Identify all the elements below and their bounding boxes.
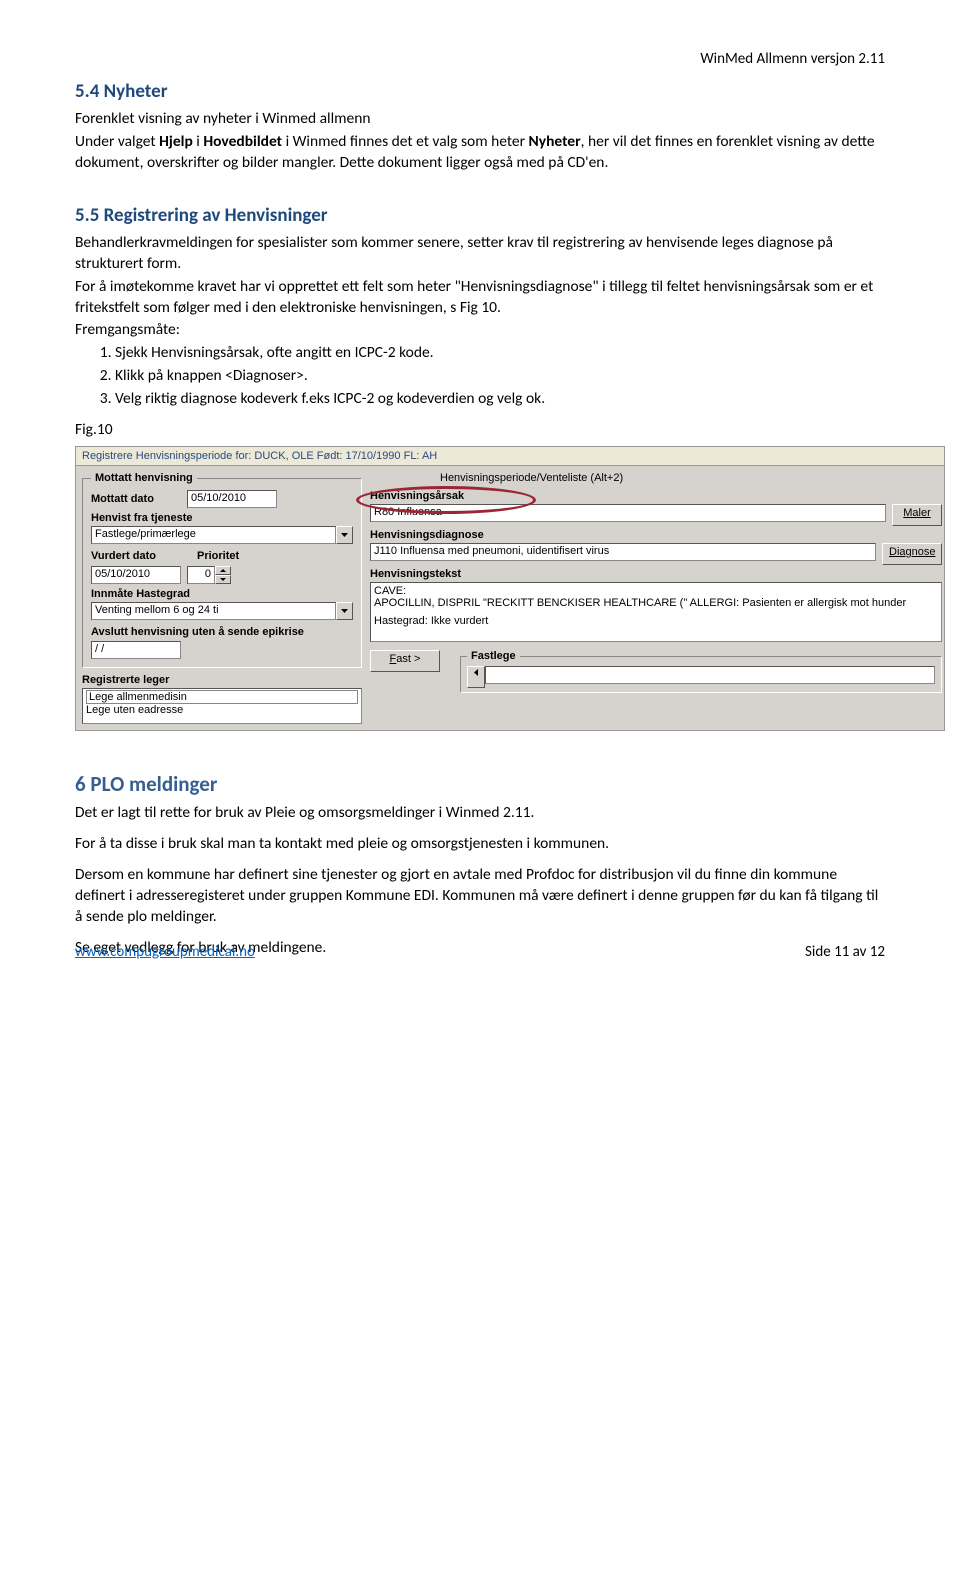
s55-p1: Behandlerkravmeldingen for spesialister … bbox=[75, 233, 885, 275]
footer-link[interactable]: www.compugroupmedical.no bbox=[75, 943, 255, 961]
tab-henvisningsperiode[interactable]: Henvisningsperiode/Venteliste (Alt+2) bbox=[440, 472, 942, 484]
chevron-down-icon[interactable] bbox=[336, 526, 353, 544]
group-fastlege: Fastlege bbox=[460, 650, 942, 693]
text-bold: Hovedbildet bbox=[203, 132, 282, 151]
label-innmate: Innmåte Hastegrad bbox=[91, 588, 353, 600]
text: APOCILLIN, DISPRIL "RECKITT BENCKISER HE… bbox=[374, 597, 938, 609]
text: Maler bbox=[903, 507, 931, 519]
heading-6: 6 PLO meldinger bbox=[75, 771, 885, 797]
text: i Winmed finnes det et valg som heter bbox=[282, 132, 528, 151]
scroll-left-icon[interactable] bbox=[467, 666, 485, 688]
step-2: Klikk på knappen <Diagnoser>. bbox=[115, 366, 885, 387]
heading-5-5: 5.5 Registrering av Henvisninger bbox=[75, 204, 885, 227]
group-mottatt-henvisning: Mottatt henvisning Mottatt dato 05/10/20… bbox=[82, 472, 362, 668]
footer: www.compugroupmedical.no Side 11 av 12 bbox=[75, 943, 885, 961]
legend-fastlege: Fastlege bbox=[467, 650, 520, 662]
label-mottatt-dato: Mottatt dato bbox=[91, 493, 181, 505]
s6-p2: For å ta disse i bruk skal man ta kontak… bbox=[75, 834, 885, 855]
select-innmate[interactable]: Venting mellom 6 og 24 ti bbox=[91, 602, 336, 620]
screenshot-fig10: Registrere Henvisningsperiode for: DUCK,… bbox=[75, 446, 945, 731]
label-henvisningsarsak: Henvisningsårsak bbox=[370, 490, 942, 502]
header-version: WinMed Allmenn versjon 2.11 bbox=[700, 50, 885, 68]
label-reg-leger: Registrerte leger bbox=[82, 674, 362, 686]
input-prioritet[interactable]: 0 bbox=[187, 566, 215, 584]
spinner-down-icon[interactable] bbox=[215, 575, 231, 584]
input-henvisningsarsak[interactable]: R80 Influensa bbox=[370, 504, 886, 522]
label-henvist-fra: Henvist fra tjeneste bbox=[91, 512, 353, 524]
text: Diagnose bbox=[889, 546, 935, 558]
step-list: Sjekk Henvisningsårsak, ofte angitt en I… bbox=[115, 343, 885, 410]
button-fast[interactable]: Fast > bbox=[370, 650, 440, 672]
legend-mottatt: Mottatt henvisning bbox=[91, 472, 197, 484]
s6-p1: Det er lagt til rette for bruk av Pleie … bbox=[75, 803, 885, 824]
label-henvisningsdiagnose: Henvisningsdiagnose bbox=[370, 529, 942, 541]
s55-p2: For å imøtekomme kravet har vi opprettet… bbox=[75, 277, 885, 319]
s55-p3: Fremgangsmåte: bbox=[75, 320, 885, 341]
label-henvisningstekst: Henvisningstekst bbox=[370, 568, 942, 580]
s6-p3: Dersom en kommune har definert sine tjen… bbox=[75, 865, 885, 928]
s54-p1: Forenklet visning av nyheter i Winmed al… bbox=[75, 109, 885, 130]
list-item[interactable]: Lege allmenmedisin bbox=[86, 690, 358, 704]
text: i bbox=[193, 132, 204, 151]
label-vurdert-dato: Vurdert dato bbox=[91, 550, 191, 562]
listbox-reg-leger[interactable]: Lege allmenmedisin Lege uten eadresse bbox=[82, 688, 362, 724]
textarea-henvisningstekst[interactable]: CAVE: APOCILLIN, DISPRIL "RECKITT BENCKI… bbox=[370, 582, 942, 642]
chevron-down-icon[interactable] bbox=[336, 602, 353, 620]
select-henvist-fra[interactable]: Fastlege/primærlege bbox=[91, 526, 336, 544]
heading-5-4: 5.4 Nyheter bbox=[75, 80, 885, 103]
list-item[interactable]: Lege uten eadresse bbox=[86, 704, 358, 716]
text: Fast > bbox=[390, 653, 421, 665]
input-mottatt-dato[interactable]: 05/10/2010 bbox=[187, 490, 277, 508]
button-diagnose[interactable]: Diagnose bbox=[882, 543, 942, 565]
s54-p2: Under valget Hjelp i Hovedbildet i Winme… bbox=[75, 132, 885, 174]
label-avslutt: Avslutt henvisning uten å sende epikrise bbox=[91, 626, 353, 639]
button-maler[interactable]: Maler bbox=[892, 504, 942, 526]
label-prioritet: Prioritet bbox=[197, 550, 239, 562]
spinner-up-icon[interactable] bbox=[215, 566, 231, 575]
footer-page: Side 11 av 12 bbox=[805, 943, 885, 961]
step-1: Sjekk Henvisningsårsak, ofte angitt en I… bbox=[115, 343, 885, 364]
fig-10-label: Fig.10 bbox=[75, 420, 885, 441]
input-avslutt-dato[interactable]: / / bbox=[91, 641, 181, 659]
text: Under valget bbox=[75, 132, 159, 151]
input-henvisningsdiagnose[interactable]: J110 Influensa med pneumoni, uidentifise… bbox=[370, 543, 876, 561]
step-3: Velg riktig diagnose kodeverk f.eks ICPC… bbox=[115, 389, 885, 410]
text-bold: Nyheter bbox=[529, 132, 581, 151]
text-bold: Hjelp bbox=[159, 132, 193, 151]
input-vurdert-dato[interactable]: 05/10/2010 bbox=[91, 566, 181, 584]
window-title: Registrere Henvisningsperiode for: DUCK,… bbox=[76, 447, 944, 466]
text: Hastegrad: Ikke vurdert bbox=[374, 615, 938, 627]
text: CAVE: bbox=[374, 585, 938, 597]
